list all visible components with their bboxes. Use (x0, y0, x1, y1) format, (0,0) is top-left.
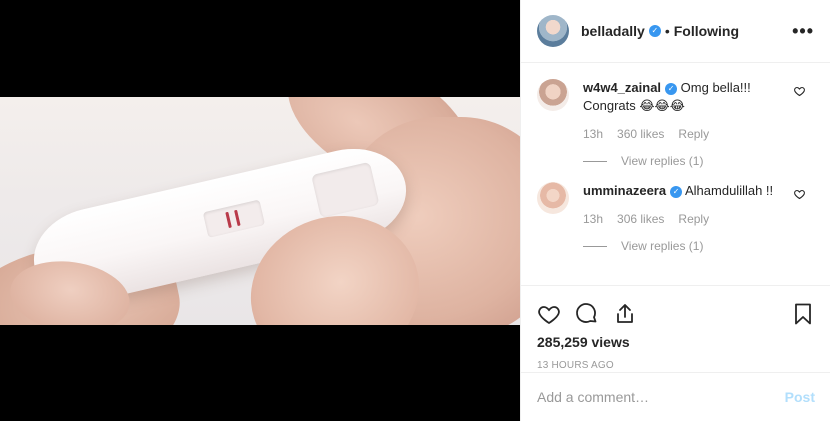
reply-button[interactable]: Reply (678, 125, 709, 143)
comment-body: umminazeera ✓ Alhamdulillah !! 13h 306 li… (583, 182, 783, 255)
test-line (234, 209, 241, 227)
comment-input[interactable] (537, 389, 785, 405)
comment-likes[interactable]: 306 likes (617, 210, 664, 228)
replies-divider (583, 245, 607, 247)
comment-avatar[interactable] (537, 79, 569, 111)
test-control-window (311, 161, 380, 219)
replies-divider (583, 160, 607, 162)
owner-username[interactable]: belladally (581, 23, 645, 39)
more-options-icon[interactable]: ••• (792, 21, 814, 42)
heart-icon[interactable] (537, 302, 561, 326)
video-frame[interactable] (0, 97, 520, 325)
view-replies-label: View replies (1) (621, 154, 704, 168)
post-timestamp[interactable]: 13 HOURS AGO (537, 360, 815, 371)
comment-item: w4w4_zainal ✓ Omg bella!!! Congrats 😂😂😂 1… (537, 79, 814, 170)
heart-outline-icon[interactable] (793, 188, 806, 200)
heart-outline-icon[interactable] (793, 85, 806, 97)
bookmark-icon[interactable] (791, 302, 815, 326)
following-button[interactable]: Following (674, 23, 739, 39)
comment-likes[interactable]: 360 likes (617, 125, 664, 143)
comment-text: Alhamdulillah !! (685, 183, 774, 198)
post-actions: 285,259 views 13 HOURS AGO (521, 285, 830, 371)
test-line (225, 211, 232, 229)
view-replies-label: View replies (1) (621, 239, 704, 253)
comment-avatar[interactable] (537, 182, 569, 214)
action-icons-row (537, 294, 815, 334)
comment-meta: 13h 306 likes Reply (583, 210, 783, 228)
comment-meta: 13h 360 likes Reply (583, 125, 783, 143)
view-replies-button[interactable]: View replies (1) (583, 237, 783, 255)
reply-button[interactable]: Reply (678, 210, 709, 228)
separator-dot: • (664, 23, 670, 39)
post-side-panel: belladally ✓ • Following ••• w4w4_zainal… (520, 0, 830, 421)
post-media[interactable] (0, 0, 520, 421)
verified-badge-icon: ✓ (665, 82, 678, 95)
post-comment-button[interactable]: Post (785, 389, 815, 405)
comment-time[interactable]: 13h (583, 125, 603, 143)
view-count[interactable]: 285,259 views (537, 334, 815, 350)
comment-body: w4w4_zainal ✓ Omg bella!!! Congrats 😂😂😂 1… (583, 79, 783, 170)
comment-time[interactable]: 13h (583, 210, 603, 228)
view-replies-button[interactable]: View replies (1) (583, 152, 783, 170)
verified-badge-icon: ✓ (648, 25, 661, 37)
comment-bubble-icon[interactable] (575, 302, 599, 326)
comments-list[interactable]: w4w4_zainal ✓ Omg bella!!! Congrats 😂😂😂 1… (521, 63, 830, 285)
test-result-window (202, 199, 266, 238)
share-icon[interactable] (613, 302, 637, 326)
comment-username[interactable]: umminazeera (583, 183, 666, 198)
comment-username[interactable]: w4w4_zainal (583, 80, 661, 95)
post-header: belladally ✓ • Following ••• (521, 0, 830, 63)
verified-badge-icon: ✓ (670, 185, 683, 198)
owner-avatar[interactable] (537, 15, 569, 47)
add-comment-bar: Post (521, 372, 830, 421)
comment-item: umminazeera ✓ Alhamdulillah !! 13h 306 li… (537, 182, 814, 255)
